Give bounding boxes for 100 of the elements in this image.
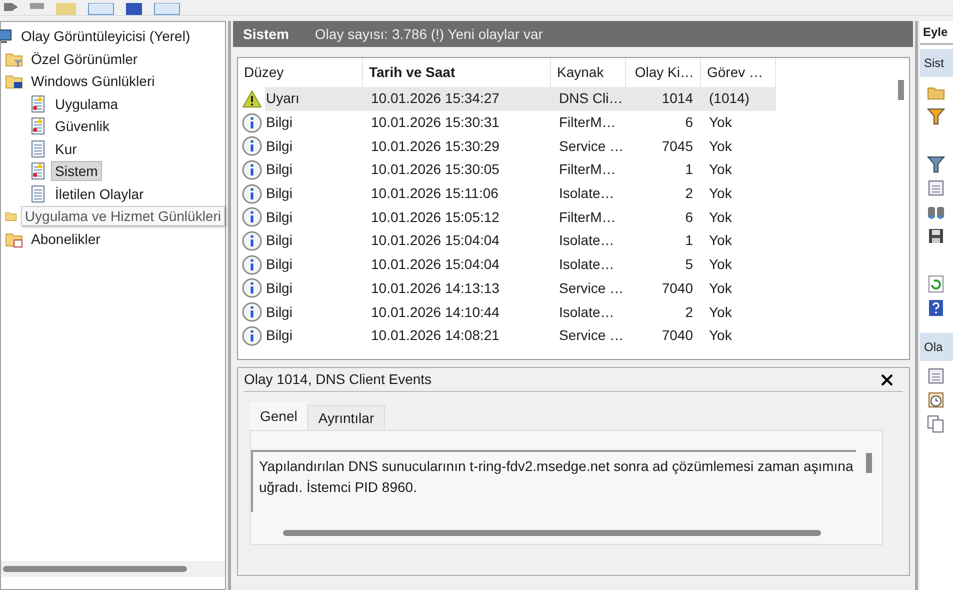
event-description: Yapılandırılan DNS sunucularının t-ring-fdv2.msedge.net sonra ad çözümlemesi zaman aşımına uğradı. İstemci PID 8960. bbox=[259, 458, 854, 495]
info-icon bbox=[242, 230, 262, 251]
table-row[interactable]: Bilgi 10.01.2026 15:04:04 Isolate… 5 Yok bbox=[265, 252, 776, 276]
copy-icon[interactable] bbox=[927, 415, 945, 433]
actions-section-header[interactable]: Sist bbox=[920, 49, 953, 77]
table-cell-text: (1014) bbox=[708, 89, 750, 108]
page-icon[interactable] bbox=[927, 179, 945, 197]
actions-heading: Eyle bbox=[923, 24, 948, 41]
table-cell-text: Bilgi bbox=[265, 302, 294, 322]
table-cell-text: Yok bbox=[708, 255, 733, 274]
info-icon bbox=[242, 160, 262, 180]
scrollbar[interactable] bbox=[3, 566, 187, 572]
table-cell-text: 7040 bbox=[660, 278, 694, 298]
table-cell-text: Yok bbox=[708, 326, 733, 346]
tree-item[interactable]: Windows Günlükleri bbox=[27, 71, 159, 92]
table-row[interactable]: Bilgi 10.01.2026 15:04:04 Isolate… 1 Yok bbox=[265, 229, 776, 253]
log-icon bbox=[29, 140, 47, 158]
table-row[interactable]: Bilgi 10.01.2026 15:30:05 FilterM… 1 Yok bbox=[265, 158, 776, 182]
table-row[interactable]: Bilgi 10.01.2026 15:05:12 FilterM… 6 Yok bbox=[265, 205, 776, 230]
scrollbar[interactable] bbox=[866, 453, 872, 473]
table-cell-text: 10.01.2026 15:04:04 bbox=[370, 231, 500, 250]
close-icon[interactable] bbox=[881, 374, 893, 386]
log-icon bbox=[29, 184, 47, 203]
table-cell-text: 10.01.2026 15:05:12 bbox=[370, 208, 500, 227]
pane-icon[interactable] bbox=[88, 3, 114, 15]
table-cell-text: Bilgi bbox=[265, 136, 294, 156]
table-cell-text: Service … bbox=[558, 278, 625, 298]
table-row[interactable]: Bilgi 10.01.2026 15:30:29 Service … 7045 Yok bbox=[265, 134, 776, 158]
table-cell-text: Isolate… bbox=[558, 302, 616, 322]
funnel-icon[interactable] bbox=[927, 155, 945, 173]
table-cell-text: DNS Cli… bbox=[558, 89, 624, 108]
tab[interactable]: Genel bbox=[250, 402, 308, 430]
table-cell-text: 2 bbox=[684, 184, 694, 204]
funnel-icon[interactable] bbox=[927, 107, 945, 125]
pane-icon[interactable] bbox=[154, 3, 180, 15]
table-cell-text: Yok bbox=[708, 278, 733, 298]
actions-section-header[interactable]: Ola bbox=[920, 333, 953, 361]
table-cell-text: Bilgi bbox=[265, 113, 294, 132]
table-row[interactable]: Bilgi 10.01.2026 14:13:13 Service … 7040 Yok bbox=[265, 276, 776, 300]
refresh-icon[interactable] bbox=[927, 275, 945, 293]
log-warning-icon bbox=[29, 117, 47, 136]
table-cell-text: Yok bbox=[708, 136, 733, 156]
tree-item[interactable]: Uygulama ve Hizmet Günlükleri bbox=[20, 206, 225, 226]
table-cell-text: 10.01.2026 15:04:04 bbox=[370, 255, 500, 274]
table-cell-text: Isolate… bbox=[558, 184, 616, 204]
table-cell-text: Isolate… bbox=[558, 255, 616, 274]
table-cell-text: Yok bbox=[708, 302, 733, 322]
table-cell-text: Uyarı bbox=[265, 89, 300, 108]
table-cell-text: 10.01.2026 14:10:44 bbox=[370, 302, 500, 322]
table-cell-text: Yok bbox=[708, 160, 733, 180]
table-cell-text: Service … bbox=[558, 136, 625, 156]
info-icon bbox=[242, 112, 262, 133]
log-warning-icon bbox=[29, 94, 47, 113]
tree-item[interactable]: Uygulama bbox=[51, 94, 122, 114]
table-cell-text: 10.01.2026 14:13:13 bbox=[370, 278, 500, 298]
tab[interactable]: Ayrıntılar bbox=[307, 405, 386, 430]
log-warning-icon bbox=[29, 162, 47, 180]
table-cell-text: 10.01.2026 15:30:05 bbox=[370, 160, 500, 180]
tree-item[interactable]: İletilen Olaylar bbox=[51, 184, 148, 204]
table-cell-text: 7045 bbox=[660, 136, 694, 156]
tree-item[interactable]: Sistem bbox=[51, 161, 102, 182]
table-cell-text: Bilgi bbox=[265, 278, 294, 298]
info-icon bbox=[242, 207, 262, 228]
table-cell-text: 1 bbox=[684, 231, 694, 250]
table-cell-text: 6 bbox=[684, 208, 694, 227]
table-cell-text: Yok bbox=[708, 113, 733, 132]
table-row[interactable]: Bilgi 10.01.2026 15:11:06 Isolate… 2 Yok bbox=[265, 182, 776, 206]
table-cell-text: Bilgi bbox=[265, 326, 294, 346]
table-cell-text: FilterM… bbox=[558, 160, 617, 180]
info-icon bbox=[242, 326, 262, 346]
table-cell-text: 10.01.2026 15:30:31 bbox=[370, 113, 500, 132]
table-row[interactable]: Bilgi 10.01.2026 14:08:21 Service … 7040 Yok bbox=[265, 324, 776, 348]
table-row[interactable]: Bilgi 10.01.2026 15:30:31 FilterM… 6 Yok bbox=[265, 110, 776, 134]
table-cell-text: 1014 bbox=[660, 89, 694, 108]
table-cell-text: Bilgi bbox=[265, 231, 294, 250]
table-cell-text: Service … bbox=[558, 326, 625, 346]
table-cell-text: Isolate… bbox=[558, 231, 616, 250]
table-cell-text: Bilgi bbox=[265, 160, 294, 180]
table-cell-text: 7040 bbox=[660, 326, 694, 346]
tree-item[interactable]: Olay Görüntüleyicisi (Yerel) bbox=[17, 26, 194, 46]
info-icon bbox=[242, 184, 262, 204]
table-cell-text: Bilgi bbox=[265, 208, 294, 227]
clock-icon[interactable] bbox=[927, 391, 945, 409]
table-cell-text: Yok bbox=[708, 208, 733, 227]
table-cell-text: 2 bbox=[684, 302, 694, 322]
tree-item[interactable]: Abonelikler bbox=[27, 228, 104, 249]
table-cell-text: 1 bbox=[684, 160, 694, 180]
table-cell-text: FilterM… bbox=[558, 208, 617, 227]
info-icon bbox=[242, 254, 262, 275]
table-row[interactable]: Bilgi 10.01.2026 14:10:44 Isolate… 2 Yok bbox=[265, 300, 776, 324]
scrollbar[interactable] bbox=[898, 80, 904, 100]
page-icon[interactable] bbox=[927, 367, 945, 385]
table-cell-text: Yok bbox=[708, 184, 733, 204]
info-icon bbox=[242, 278, 262, 298]
tree-item[interactable]: Özel Görünümler bbox=[27, 48, 142, 69]
tree-item[interactable]: Kur bbox=[51, 138, 81, 159]
table-row[interactable]: Uyarı 10.01.2026 15:34:27 DNS Cli… 1014 (1014) bbox=[265, 87, 776, 111]
event-count: Olay sayısı: 3.786 (!) Yeni olaylar var bbox=[314, 24, 543, 44]
scrollbar[interactable] bbox=[283, 530, 821, 536]
tree-item[interactable]: Güvenlik bbox=[51, 116, 114, 136]
